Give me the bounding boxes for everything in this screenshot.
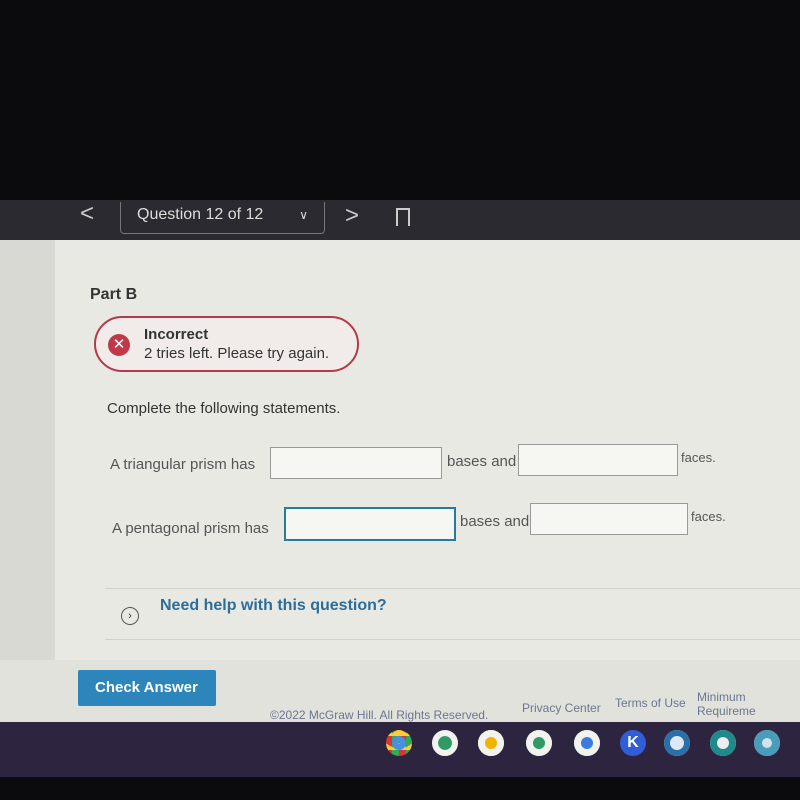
next-question-button[interactable]: > bbox=[345, 202, 359, 230]
slides-icon[interactable] bbox=[478, 730, 504, 756]
kami-icon[interactable]: K bbox=[620, 730, 646, 756]
statement-2-prefix: A pentagonal prism has bbox=[112, 520, 269, 537]
triangular-faces-input[interactable] bbox=[518, 444, 678, 476]
question-selector-label: Question 12 of 12 bbox=[137, 206, 264, 223]
privacy-link[interactable]: Privacy Center bbox=[522, 701, 601, 715]
sheets-icon[interactable] bbox=[526, 730, 552, 756]
part-heading: Part B bbox=[90, 286, 138, 303]
pentagonal-faces-input[interactable] bbox=[530, 503, 688, 535]
terms-link[interactable]: Terms of Use bbox=[615, 696, 686, 710]
app-icon[interactable] bbox=[664, 730, 690, 756]
triangular-bases-input[interactable] bbox=[270, 447, 442, 479]
chrome-icon[interactable] bbox=[386, 730, 412, 756]
instructions: Complete the following statements. bbox=[107, 400, 341, 417]
docs-icon[interactable] bbox=[574, 730, 600, 756]
calculator-icon[interactable] bbox=[710, 730, 736, 756]
previous-question-button[interactable]: < bbox=[80, 200, 94, 228]
copyright: ©2022 McGraw Hill. All Rights Reserved. bbox=[270, 708, 489, 722]
feedback-alert: ✕ Incorrect 2 tries left. Please try aga… bbox=[94, 316, 359, 372]
x-icon: ✕ bbox=[108, 334, 130, 356]
bookmark-icon[interactable] bbox=[396, 208, 410, 226]
question-nav-bar: < Question 12 of 12 ∨ > bbox=[0, 200, 800, 240]
chevron-right-icon: › bbox=[121, 607, 139, 625]
feedback-status: Incorrect bbox=[144, 326, 209, 343]
chevron-down-icon: ∨ bbox=[299, 208, 308, 222]
statement-1-prefix: A triangular prism has bbox=[110, 456, 256, 473]
question-selector[interactable]: Question 12 of 12 ∨ bbox=[120, 202, 325, 234]
statement-1-middle: bases and bbox=[447, 453, 517, 470]
help-toggle[interactable]: › Need help with this question? bbox=[105, 588, 800, 640]
requirements-link[interactable]: Minimum Requireme bbox=[697, 690, 800, 718]
cloud-app-icon[interactable] bbox=[754, 730, 780, 756]
classroom-icon[interactable] bbox=[432, 730, 458, 756]
pentagonal-bases-input[interactable] bbox=[284, 507, 456, 541]
help-label: Need help with this question? bbox=[160, 597, 387, 614]
check-answer-button[interactable]: Check Answer bbox=[78, 670, 216, 706]
statement-2-suffix: faces. bbox=[691, 509, 726, 524]
left-panel bbox=[0, 240, 55, 660]
statement-2-middle: bases and bbox=[460, 513, 530, 530]
statement-1-suffix: faces. bbox=[681, 450, 716, 465]
feedback-message: 2 tries left. Please try again. bbox=[144, 345, 330, 362]
